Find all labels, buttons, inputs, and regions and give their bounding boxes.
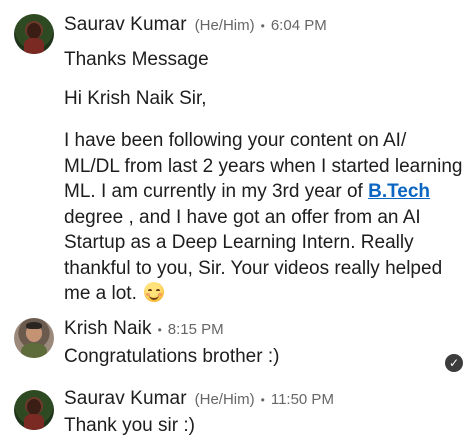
message-3: Saurav Kumar (He/Him) • 11:50 PM Thank y… (0, 380, 474, 447)
separator-dot: • (260, 393, 265, 407)
message-time: 8:15 PM (167, 321, 224, 338)
avatar-saurav[interactable] (14, 14, 54, 54)
message-time: 6:04 PM (270, 17, 327, 34)
separator-dot: • (157, 323, 162, 337)
smiling-face-icon (144, 282, 165, 302)
message-2: Krish Naik • 8:15 PM Congratulations bro… (0, 310, 474, 380)
message-greeting: Hi Krish Naik Sir, (64, 88, 207, 109)
sender-name[interactable]: Krish Naik (64, 318, 152, 340)
message-text: Thank you sir :) (64, 415, 195, 436)
message-body: I have been following your content on AI… (64, 128, 464, 307)
message-time: 11:50 PM (270, 391, 334, 408)
sender-pronouns: (He/Him) (194, 391, 255, 408)
sender-name[interactable]: Saurav Kumar (64, 14, 187, 36)
message-1: Saurav Kumar (He/Him) • 6:04 PM Thanks M… (0, 0, 474, 310)
check-circle-icon: ✓ (445, 354, 463, 372)
message-header: Saurav Kumar (He/Him) • 11:50 PM (64, 388, 334, 410)
avatar-saurav[interactable] (14, 390, 54, 430)
separator-dot: • (260, 19, 265, 33)
message-text: Congratulations brother :) (64, 346, 280, 367)
message-header: Krish Naik • 8:15 PM (64, 318, 224, 340)
avatar-krish[interactable] (14, 318, 54, 358)
message-header: Saurav Kumar (He/Him) • 6:04 PM (64, 14, 327, 36)
message-body-text-continued: degree , and I have got an offer from an… (64, 206, 443, 305)
sender-pronouns: (He/Him) (194, 17, 255, 34)
message-subject: Thanks Message (64, 49, 209, 70)
btech-link[interactable]: B.Tech (368, 181, 430, 202)
sender-name[interactable]: Saurav Kumar (64, 388, 187, 410)
